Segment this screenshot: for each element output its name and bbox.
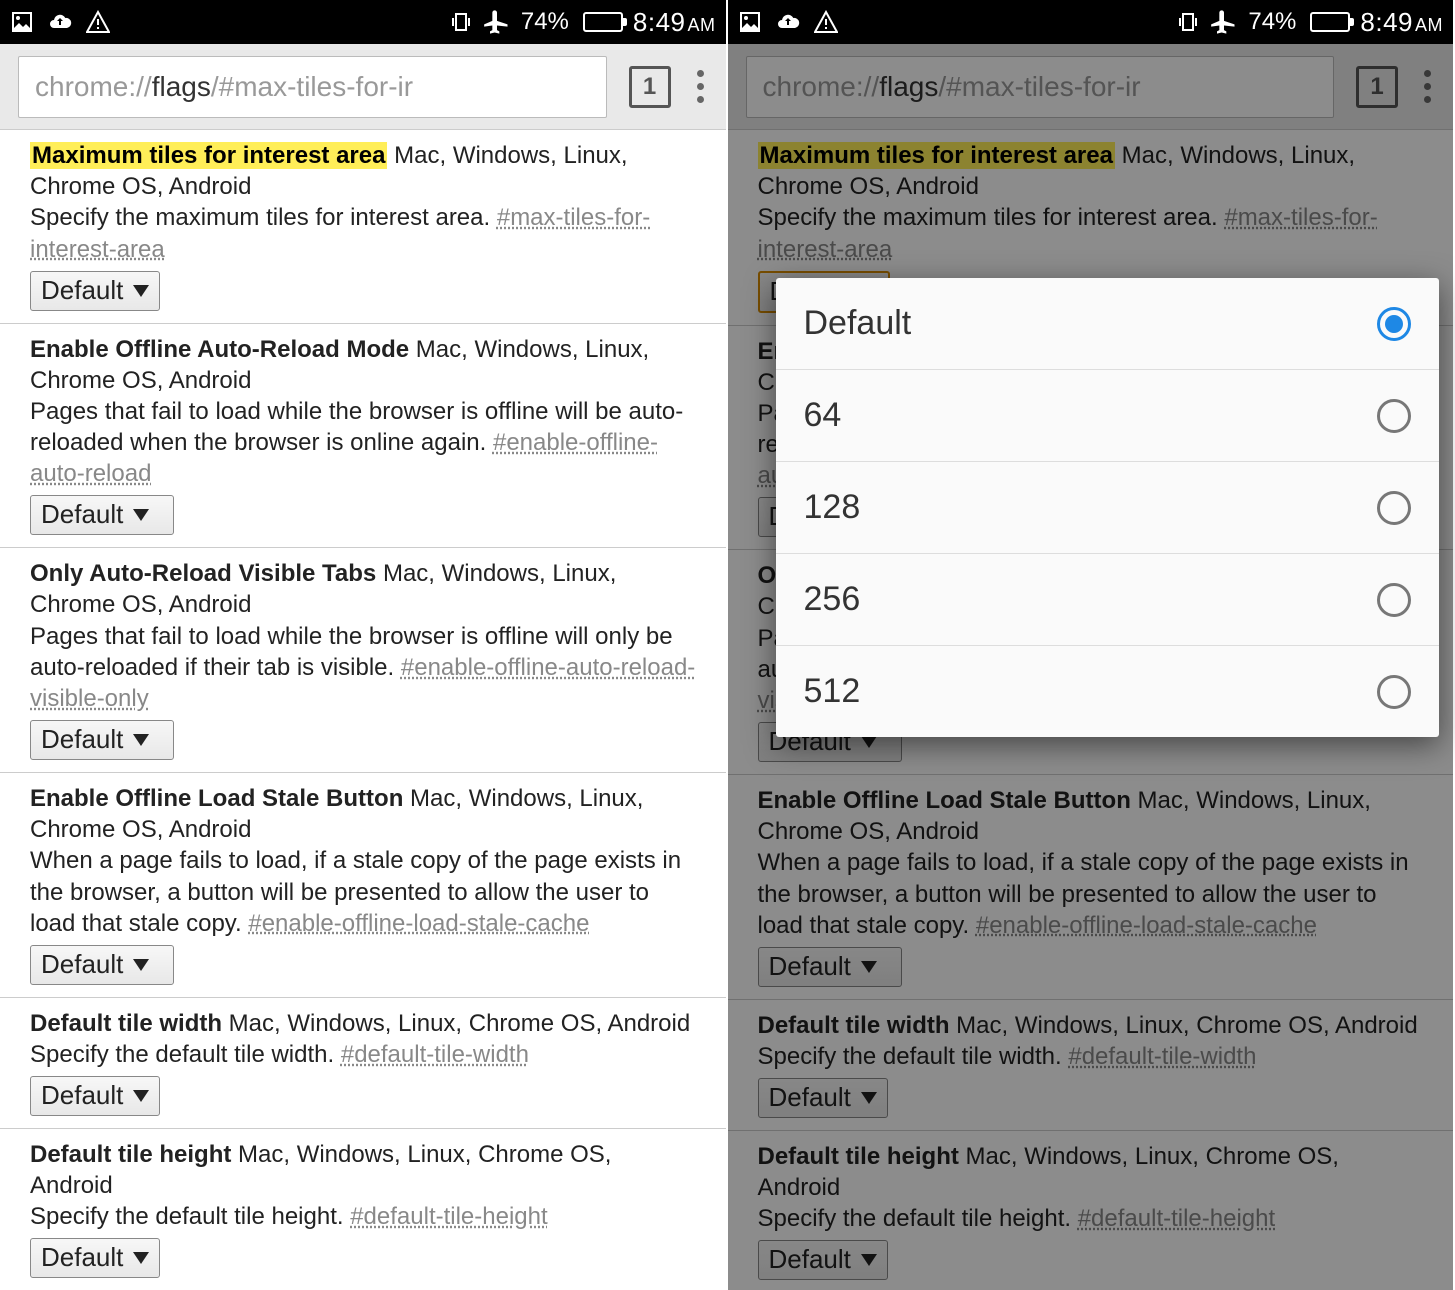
overflow-menu-button[interactable] bbox=[693, 66, 708, 107]
flag-select[interactable]: Default bbox=[30, 720, 174, 760]
flag-item: Enable Offline Load Stale Button Mac, Wi… bbox=[0, 773, 726, 998]
dialog-option[interactable]: 64 bbox=[776, 370, 1440, 462]
battery-icon bbox=[579, 12, 623, 32]
flag-select[interactable]: Default bbox=[30, 495, 174, 535]
dropdown-arrow-icon bbox=[133, 1252, 149, 1264]
radio-icon bbox=[1377, 399, 1411, 433]
status-time: 8:49AM bbox=[1360, 7, 1443, 38]
status-right: 74% 8:49AM bbox=[1176, 7, 1443, 38]
cloud-upload-icon bbox=[776, 10, 800, 34]
status-time: 8:49AM bbox=[633, 7, 716, 38]
flag-platforms: Mac, Windows, Linux, Chrome OS, Android bbox=[222, 1010, 690, 1037]
tab-count-button[interactable]: 1 bbox=[629, 66, 671, 108]
status-bar: 74% 8:49AM bbox=[728, 0, 1454, 44]
warning-icon bbox=[814, 10, 838, 34]
flag-select-value: Default bbox=[41, 274, 123, 308]
select-dialog: Default 64 128 256 512 bbox=[776, 278, 1440, 737]
url-path: /#max-tiles-for-ir bbox=[211, 71, 413, 103]
flag-title: Default tile width bbox=[30, 1010, 222, 1037]
flag-description: Pages that fail to load while the browse… bbox=[30, 396, 696, 490]
dropdown-arrow-icon bbox=[133, 509, 149, 521]
picture-icon bbox=[738, 10, 762, 34]
dialog-option-label: 256 bbox=[804, 580, 861, 619]
flag-select-value: Default bbox=[41, 1079, 123, 1113]
vibrate-icon bbox=[1176, 10, 1200, 34]
flag-description: Specify the maximum tiles for interest a… bbox=[30, 202, 696, 264]
flag-select-value: Default bbox=[41, 1241, 123, 1275]
flag-title: Maximum tiles for interest area bbox=[30, 142, 387, 169]
flag-title: Enable Offline Auto-Reload Mode bbox=[30, 336, 409, 363]
radio-icon bbox=[1377, 675, 1411, 709]
battery-pct: 74% bbox=[1248, 8, 1296, 36]
flag-item: Default tile height Mac, Windows, Linux,… bbox=[0, 1129, 726, 1290]
radio-icon bbox=[1377, 491, 1411, 525]
flag-description: Pages that fail to load while the browse… bbox=[30, 621, 696, 715]
flag-select-value: Default bbox=[41, 723, 123, 757]
right-pane: 74% 8:49AM chrome://flags/#max-tiles-for… bbox=[728, 0, 1455, 1290]
flag-title: Enable Offline Load Stale Button bbox=[30, 785, 403, 812]
status-right: 74% 8:49AM bbox=[449, 7, 716, 38]
flags-list: Maximum tiles for interest area Mac, Win… bbox=[0, 130, 726, 1290]
flag-title: Only Auto-Reload Visible Tabs bbox=[30, 560, 376, 587]
dropdown-arrow-icon bbox=[133, 285, 149, 297]
dialog-option[interactable]: 512 bbox=[776, 646, 1440, 737]
airplane-icon bbox=[483, 8, 511, 36]
flag-description: Specify the default tile height. #defaul… bbox=[30, 1201, 696, 1232]
flag-item: Maximum tiles for interest area Mac, Win… bbox=[0, 130, 726, 324]
status-left bbox=[738, 10, 838, 34]
radio-icon bbox=[1377, 307, 1411, 341]
airplane-icon bbox=[1210, 8, 1238, 36]
flag-select[interactable]: Default bbox=[30, 945, 174, 985]
flag-item: Only Auto-Reload Visible Tabs Mac, Windo… bbox=[0, 548, 726, 773]
left-pane: 74% 8:49AM chrome://flags/#max-tiles-for… bbox=[0, 0, 728, 1290]
picture-icon bbox=[10, 10, 34, 34]
address-bar: chrome://flags/#max-tiles-for-ir 1 bbox=[0, 44, 726, 130]
flag-select-value: Default bbox=[41, 498, 123, 532]
url-input[interactable]: chrome://flags/#max-tiles-for-ir bbox=[18, 56, 607, 118]
flag-select[interactable]: Default bbox=[30, 271, 160, 311]
url-prefix: chrome:// bbox=[35, 71, 152, 103]
vibrate-icon bbox=[449, 10, 473, 34]
radio-icon bbox=[1377, 583, 1411, 617]
warning-icon bbox=[86, 10, 110, 34]
dialog-option-label: 64 bbox=[804, 396, 842, 435]
flag-anchor-link[interactable]: #default-tile-width bbox=[341, 1041, 529, 1068]
flag-item: Enable Offline Auto-Reload Mode Mac, Win… bbox=[0, 324, 726, 549]
dialog-option[interactable]: Default bbox=[776, 278, 1440, 370]
status-left bbox=[10, 10, 110, 34]
dropdown-arrow-icon bbox=[133, 734, 149, 746]
dialog-option-label: 512 bbox=[804, 672, 861, 711]
flag-select[interactable]: Default bbox=[30, 1076, 160, 1116]
flag-description: Specify the default tile width. #default… bbox=[30, 1039, 696, 1070]
cloud-upload-icon bbox=[48, 10, 72, 34]
url-host: flags bbox=[152, 71, 211, 103]
dialog-option-label: Default bbox=[804, 304, 912, 343]
battery-pct: 74% bbox=[521, 8, 569, 36]
dialog-option[interactable]: 128 bbox=[776, 462, 1440, 554]
flag-description: When a page fails to load, if a stale co… bbox=[30, 845, 696, 939]
dialog-option-label: 128 bbox=[804, 488, 861, 527]
flag-title: Default tile height bbox=[30, 1141, 231, 1168]
flag-item: Default tile width Mac, Windows, Linux, … bbox=[0, 998, 726, 1129]
dropdown-arrow-icon bbox=[133, 959, 149, 971]
flag-select[interactable]: Default bbox=[30, 1238, 160, 1278]
flag-anchor-link[interactable]: #enable-offline-load-stale-cache bbox=[248, 910, 589, 937]
flag-select-value: Default bbox=[41, 948, 123, 982]
dropdown-arrow-icon bbox=[133, 1090, 149, 1102]
battery-icon bbox=[1306, 12, 1350, 32]
flag-anchor-link[interactable]: #default-tile-height bbox=[350, 1203, 547, 1230]
dialog-option[interactable]: 256 bbox=[776, 554, 1440, 646]
status-bar: 74% 8:49AM bbox=[0, 0, 726, 44]
